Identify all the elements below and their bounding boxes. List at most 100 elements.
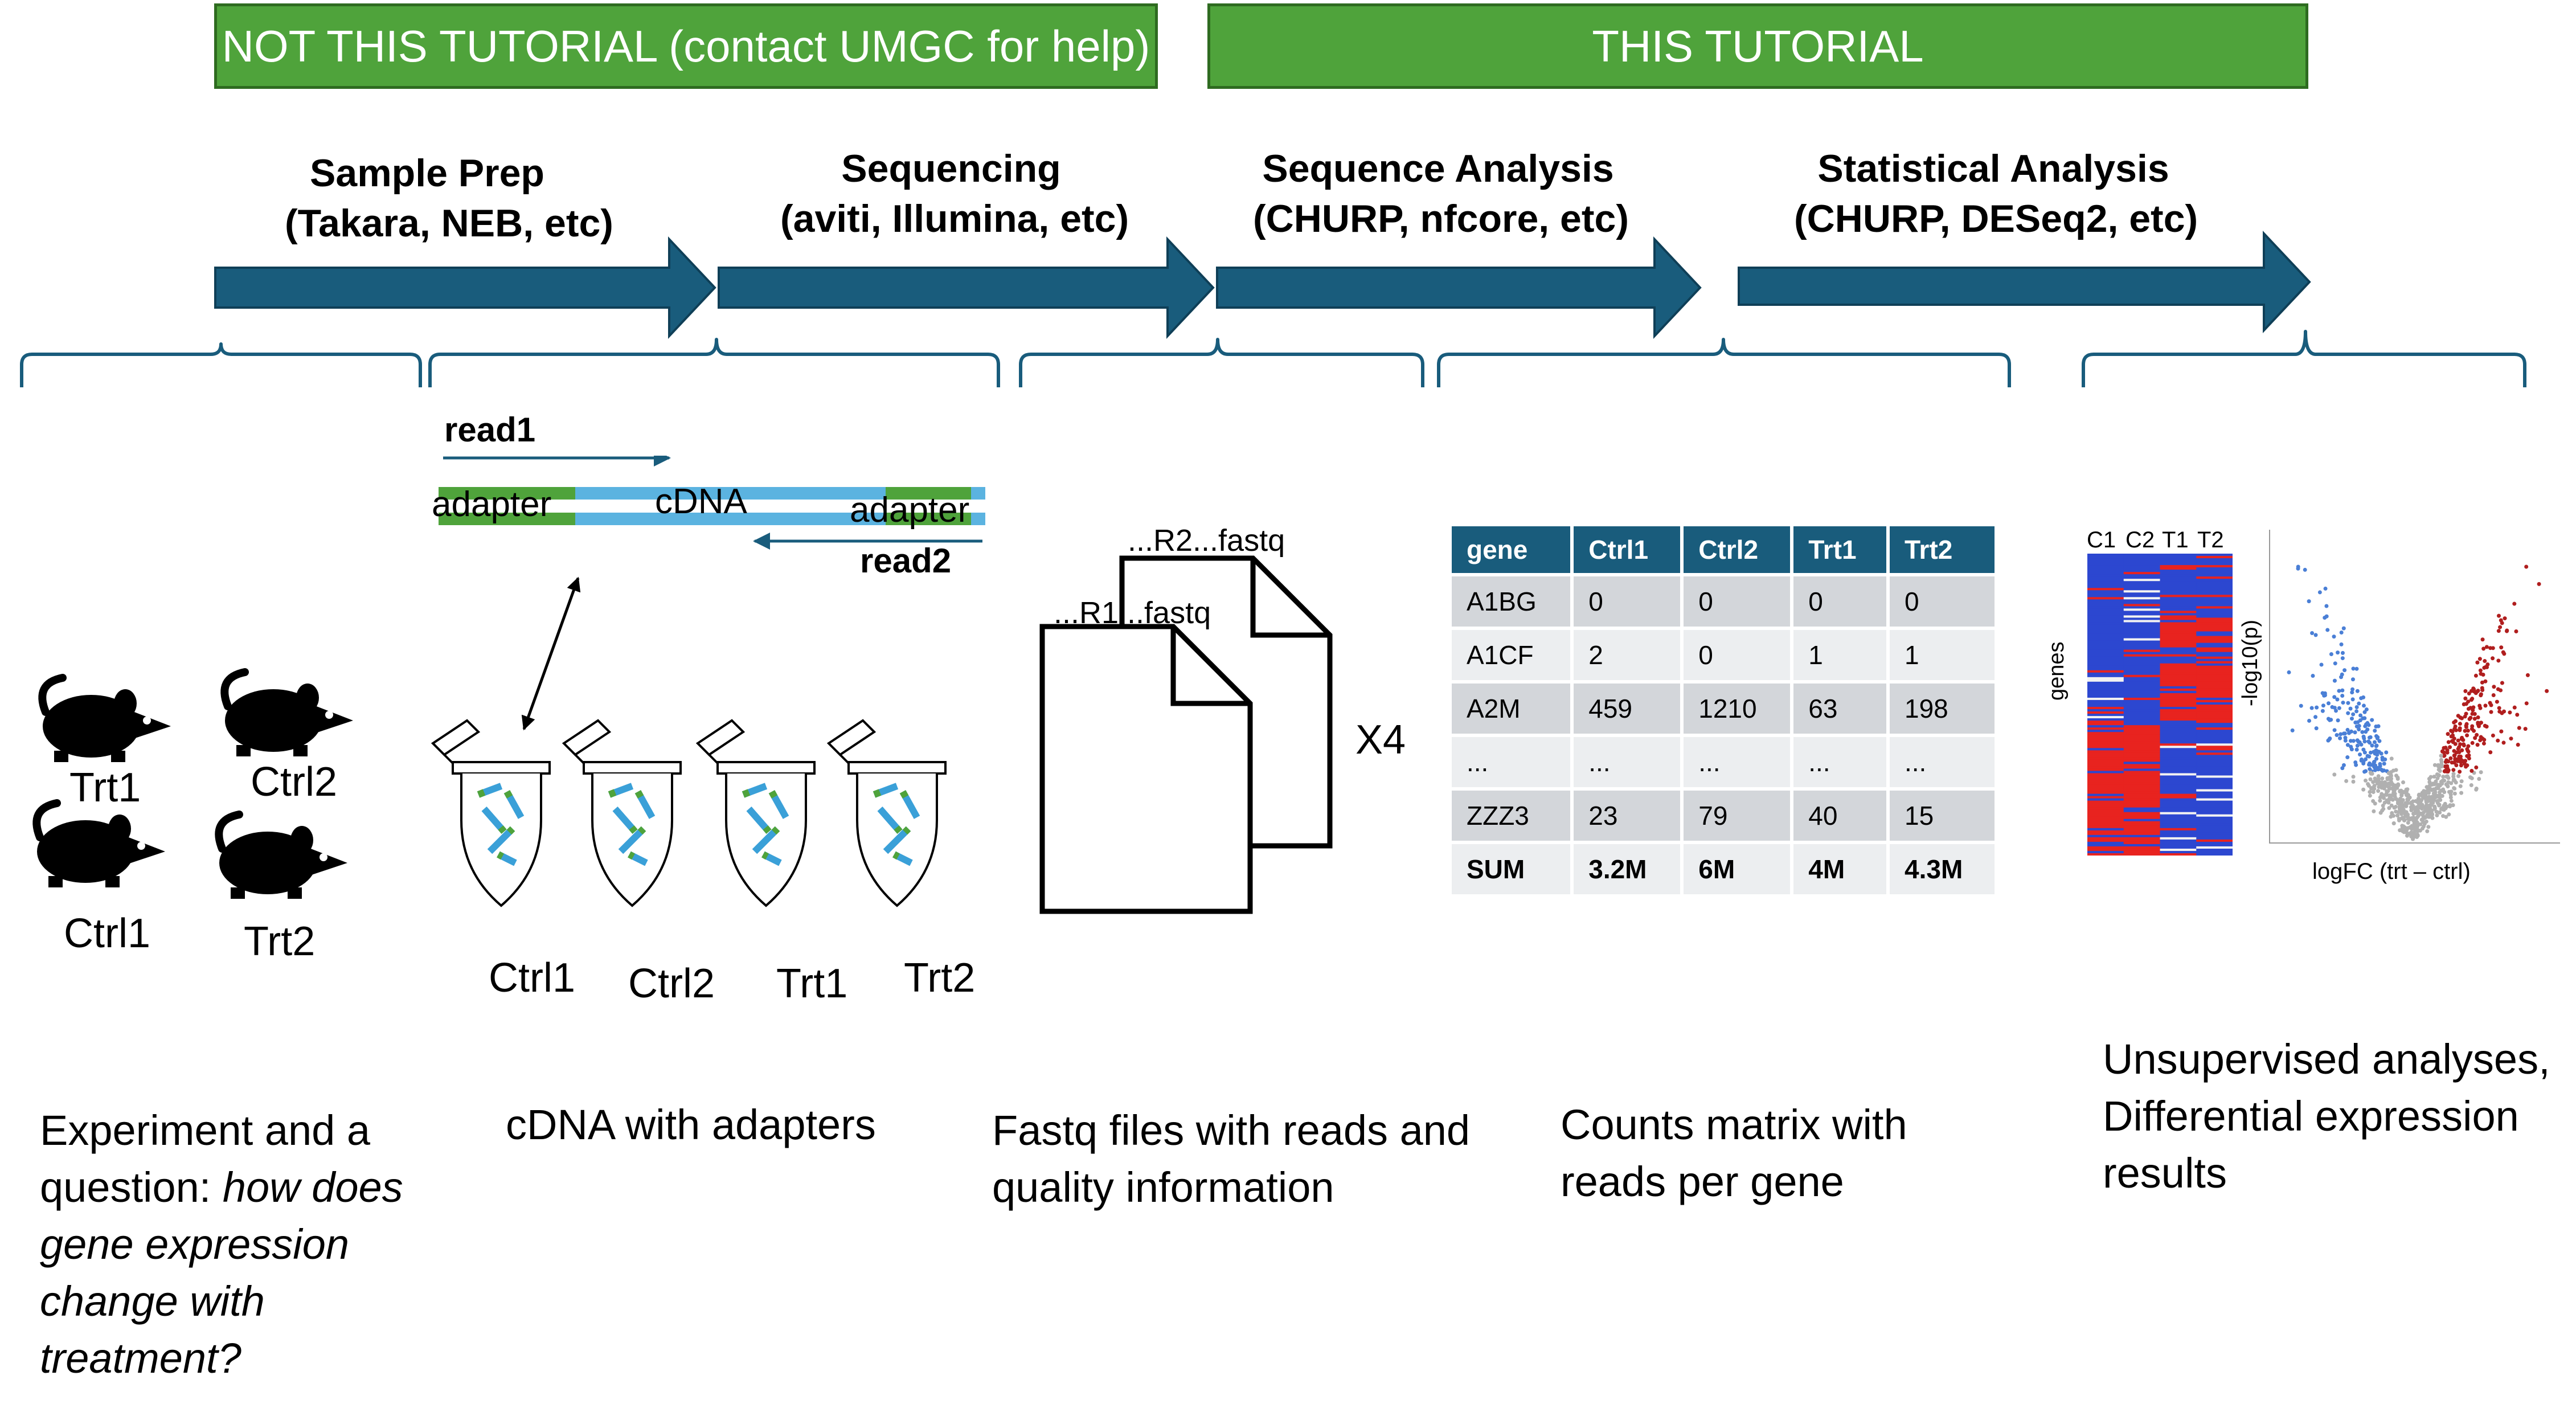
heatmap-cell xyxy=(2196,629,2233,632)
heatmap-cell xyxy=(2196,554,2233,556)
heatmap-cell xyxy=(2160,803,2197,806)
heatmap-cell xyxy=(2087,757,2124,760)
volcano-point xyxy=(2446,732,2450,736)
volcano-point xyxy=(2469,783,2473,788)
heatmap-cell xyxy=(2087,565,2124,568)
volcano-point xyxy=(2452,786,2457,791)
volcano-point xyxy=(2448,745,2452,750)
heatmap-cell xyxy=(2160,844,2197,847)
volcano-point xyxy=(2483,659,2487,664)
heatmap-cell xyxy=(2160,681,2197,685)
volcano-point xyxy=(2426,825,2431,829)
heatmap-cell xyxy=(2196,805,2233,808)
volcano-point xyxy=(2500,711,2504,715)
heatmap-cell xyxy=(2123,576,2160,579)
heatmap-cell xyxy=(2087,608,2124,611)
volcano-point xyxy=(2341,731,2346,736)
heatmap-cell xyxy=(2123,784,2160,788)
volcano-point xyxy=(2484,665,2488,669)
heatmap-cell xyxy=(2087,705,2124,707)
heatmap-cell xyxy=(2160,583,2197,586)
volcano-point xyxy=(2387,785,2391,790)
mouse-ctrl2-icon xyxy=(224,672,353,756)
cell: 459 xyxy=(1574,684,1684,734)
heatmap-cell xyxy=(2196,627,2233,629)
heatmap-cell xyxy=(2196,574,2233,577)
volcano-point xyxy=(2435,813,2439,818)
heatmap-cell xyxy=(2087,599,2124,602)
volcano-point xyxy=(2495,699,2499,704)
volcano-point xyxy=(2340,693,2345,698)
volcano-point xyxy=(2346,701,2350,705)
heatmap-cell xyxy=(2087,601,2124,604)
volcano-point xyxy=(2332,728,2337,732)
heatmap-cell xyxy=(2160,846,2197,849)
volcano-point xyxy=(2313,633,2318,637)
volcano-point xyxy=(2438,783,2442,788)
volcano-point xyxy=(2496,658,2501,663)
volcano-point xyxy=(2365,727,2370,732)
heatmap-cell xyxy=(2196,631,2233,635)
volcano-point xyxy=(2500,681,2504,685)
volcano-point xyxy=(2415,824,2420,829)
volcano-point xyxy=(2350,687,2355,691)
heatmap-cell xyxy=(2123,823,2160,826)
heatmap-cell xyxy=(2160,780,2197,783)
heatmap-cell xyxy=(2087,556,2124,559)
volcano-point xyxy=(2474,765,2479,770)
heatmap-cell xyxy=(2123,560,2160,563)
volcano-point xyxy=(2350,697,2355,702)
heatmap-cell xyxy=(2196,697,2233,701)
description-cdna: cDNA with adapters xyxy=(506,1101,876,1148)
volcano-point xyxy=(2446,767,2450,772)
volcano-point xyxy=(2353,760,2358,764)
heatmap-cell xyxy=(2087,654,2124,657)
volcano-point xyxy=(2379,751,2383,756)
volcano-point xyxy=(2307,599,2311,604)
volcano-point xyxy=(2420,803,2425,807)
mouse-label-trt1: Trt1 xyxy=(69,765,141,811)
volcano-point xyxy=(2370,771,2374,776)
volcano-point xyxy=(2524,701,2529,706)
volcano-point xyxy=(2345,755,2350,760)
heatmap-cell xyxy=(2160,762,2197,764)
heatmap-cell xyxy=(2160,645,2197,648)
volcano-point xyxy=(2476,715,2480,719)
heatmap-cell xyxy=(2196,757,2233,760)
heatmap-cell xyxy=(2196,611,2233,613)
heatmap-cell xyxy=(2196,791,2233,795)
volcano-point xyxy=(2411,799,2415,804)
heatmap-cell xyxy=(2160,697,2197,701)
volcano-point xyxy=(2327,737,2332,742)
volcano-point xyxy=(2341,701,2345,705)
heatmap-cell xyxy=(2123,563,2160,566)
heatmap-cell xyxy=(2196,780,2233,783)
heatmap-cell xyxy=(2160,807,2197,811)
volcano-point xyxy=(2447,789,2451,794)
volcano-point xyxy=(2460,716,2464,721)
heatmap-cell xyxy=(2087,850,2124,854)
heatmap-cell xyxy=(2087,768,2124,771)
volcano-point xyxy=(2376,780,2381,784)
heatmap-cell xyxy=(2123,670,2160,673)
heatmap-cell xyxy=(2160,730,2197,732)
heatmap-cell xyxy=(2160,631,2197,635)
heatmap-cell xyxy=(2196,615,2233,618)
heatmap-cell xyxy=(2123,771,2160,773)
volcano-point xyxy=(2456,738,2460,743)
heatmap-cell xyxy=(2196,684,2233,687)
heatmap-cell xyxy=(2196,777,2233,780)
volcano-point xyxy=(2368,793,2372,798)
volcano-point xyxy=(2401,803,2406,808)
volcano-point xyxy=(2372,740,2377,744)
heatmap-cell xyxy=(2160,554,2197,556)
heatmap-cell xyxy=(2123,597,2160,600)
tube-ctrl2-icon xyxy=(564,721,681,906)
description-fastq: Fastq files with reads and quality infor… xyxy=(992,1107,1471,1211)
fastq-r1-label: ...R1...fastq xyxy=(1054,596,1211,630)
volcano-point xyxy=(2362,716,2367,721)
volcano-point xyxy=(2385,799,2389,804)
heatmap-cell xyxy=(2196,732,2233,735)
volcano-point xyxy=(2405,787,2410,792)
volcano-point xyxy=(2456,774,2461,779)
